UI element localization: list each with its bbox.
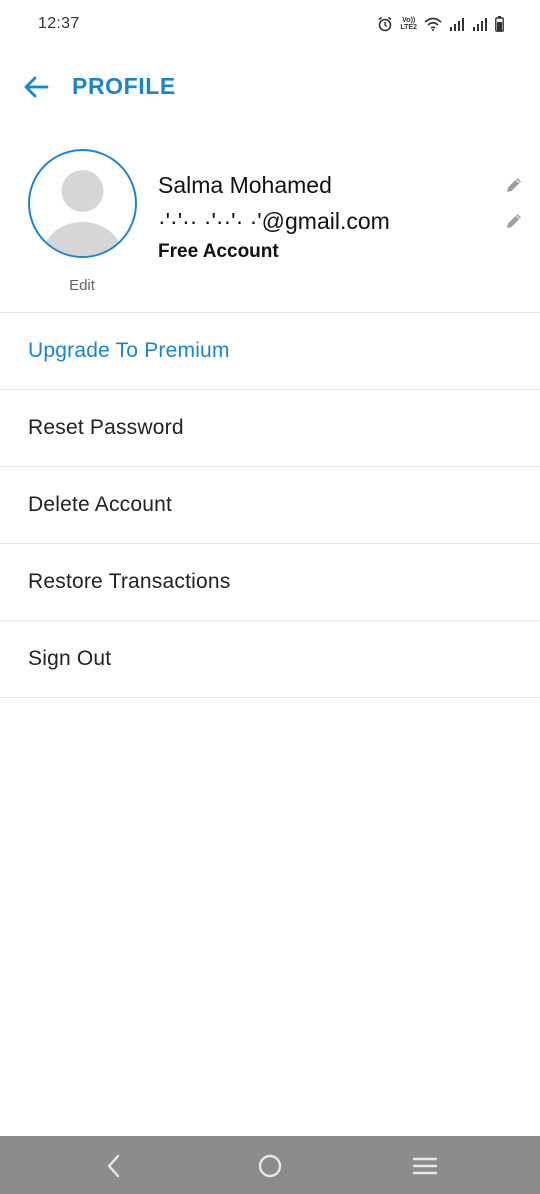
volte-icon: Vo)) LTE2 bbox=[400, 17, 417, 31]
menu-lines-icon[interactable] bbox=[411, 1152, 439, 1180]
status-time: 12:37 bbox=[38, 15, 80, 32]
wifi-icon bbox=[424, 17, 442, 31]
avatar-edit-link[interactable]: Edit bbox=[0, 277, 164, 294]
alarm-icon bbox=[377, 16, 393, 32]
signal-icon bbox=[449, 17, 465, 31]
page-title: PROFILE bbox=[72, 73, 176, 99]
profile-email: ·'·'·· ·'··'· ·'@gmail.com bbox=[158, 208, 390, 234]
app-header: PROFILE bbox=[0, 62, 540, 112]
volte-top-label: Vo)) bbox=[402, 17, 416, 24]
edit-email-pencil-icon[interactable] bbox=[504, 211, 524, 231]
status-bar: 12:37 Vo)) LTE2 bbox=[0, 0, 540, 50]
battery-icon bbox=[495, 16, 504, 32]
system-nav-bar bbox=[0, 1136, 540, 1194]
account-type-label: Free Account bbox=[158, 241, 279, 262]
menu-item-restore-transactions[interactable]: Restore Transactions bbox=[0, 544, 540, 621]
profile-name: Salma Mohamed bbox=[158, 172, 332, 198]
menu-item-reset-password[interactable]: Reset Password bbox=[0, 390, 540, 467]
menu-item-sign-out[interactable]: Sign Out bbox=[0, 621, 540, 698]
signal-icon bbox=[472, 17, 488, 31]
back-chevron-icon[interactable] bbox=[100, 1152, 128, 1180]
arrow-left-icon[interactable] bbox=[22, 74, 50, 100]
status-icons: Vo)) LTE2 bbox=[377, 14, 504, 34]
user-placeholder-icon bbox=[43, 170, 122, 256]
volte-bottom-label: LTE2 bbox=[400, 24, 417, 31]
profile-menu: Upgrade To Premium Reset Password Delete… bbox=[0, 312, 540, 698]
edit-name-pencil-icon[interactable] bbox=[504, 175, 524, 195]
avatar[interactable] bbox=[28, 149, 137, 258]
menu-item-upgrade-premium[interactable]: Upgrade To Premium bbox=[0, 313, 540, 390]
menu-item-delete-account[interactable]: Delete Account bbox=[0, 467, 540, 544]
home-circle-icon[interactable] bbox=[256, 1152, 284, 1180]
